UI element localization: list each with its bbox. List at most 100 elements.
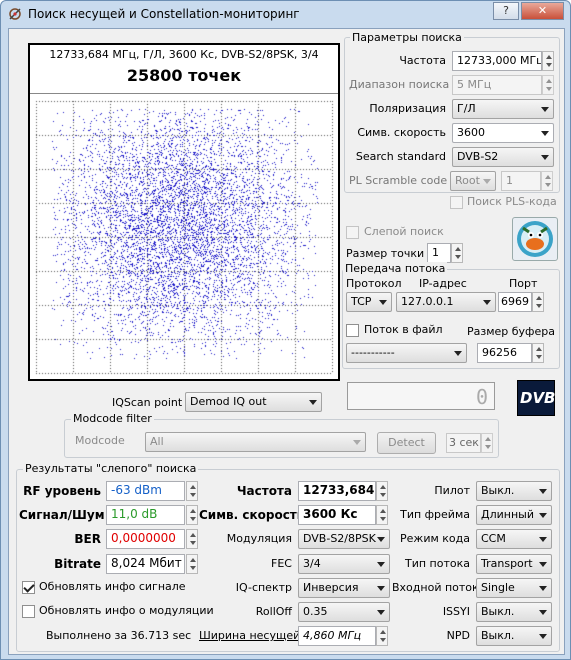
polarization-select[interactable]: Г/Л: [452, 99, 554, 119]
pls-search-checkbox[interactable]: [450, 196, 463, 209]
blind-search-checkbox[interactable]: [346, 226, 359, 239]
constellation-panel: 12733,684 МГц, Г/Л, 3600 Кс, DVB-S2/8PSK…: [28, 43, 340, 381]
bitrate-spin[interactable]: [186, 554, 198, 574]
ber-spin[interactable]: [186, 529, 198, 549]
search-params-title: Параметры поиска: [350, 31, 464, 44]
res-fec-label: FEC: [271, 557, 292, 570]
range-input[interactable]: 5 МГц: [452, 75, 542, 95]
bitrate-label: Bitrate: [54, 557, 101, 571]
constellation-plot: [32, 97, 336, 377]
port-label: Порт: [509, 277, 538, 290]
rf-value: -63 dBm: [106, 481, 185, 501]
pointsize-label: Размер точки: [346, 247, 425, 260]
stream-file-label: Поток в файл: [364, 323, 443, 336]
modcode-select[interactable]: All: [145, 432, 366, 452]
title-bar: Поиск несущей и Constellation-мониторинг…: [1, 1, 570, 29]
snr-value: 11,0 dB: [106, 505, 185, 525]
issyi-label: ISSYI: [442, 605, 470, 618]
satellite-icon: [517, 221, 553, 257]
update-signal-label: Обновлять инфо сигнале: [39, 580, 186, 593]
res-freq-spin[interactable]: [376, 481, 388, 501]
results-title: Результаты "слепого" поиска: [23, 462, 199, 475]
client-area: 12733,684 МГц, Г/Л, 3600 Кс, DVB-S2/8PSK…: [8, 28, 565, 655]
close-button[interactable]: ✕: [521, 2, 564, 20]
pl-code-input[interactable]: 1: [501, 171, 541, 191]
modcode-title: Modcode filter: [71, 412, 154, 425]
range-label: Диапазон поиска: [349, 78, 450, 91]
protocol-label: Протокол: [346, 277, 402, 290]
pilot-label: Пилот: [434, 484, 470, 497]
bitrate-value: 8,024 Мбит: [106, 554, 185, 574]
symrate-label: Симв. скорость: [357, 126, 446, 139]
res-width-label[interactable]: Ширина несущей: [199, 629, 300, 642]
res-mod-select[interactable]: DVB-S2/8PSK: [298, 529, 390, 549]
app-icon: [9, 8, 21, 20]
buffer-spin[interactable]: [532, 343, 544, 363]
update-mod-checkbox[interactable]: [22, 605, 35, 618]
protocol-select[interactable]: TCP: [346, 292, 392, 312]
streamtype-label: Тип потока: [404, 557, 470, 570]
res-mod-label: Модуляция: [226, 532, 292, 545]
sec-spin[interactable]: [481, 433, 493, 453]
detect-button[interactable]: Detect: [377, 432, 436, 454]
ber-label: BER: [74, 532, 101, 546]
codemode-label: Режим кода: [400, 532, 470, 545]
npd-select[interactable]: Выкл.: [476, 626, 552, 646]
help-button[interactable]: ?: [493, 2, 519, 20]
dvb-logo: DVB: [517, 380, 556, 416]
snr-label: Сигнал/Шум: [19, 508, 105, 522]
modcode-label: Modcode: [75, 434, 125, 447]
buffer-label: Размер буфера: [467, 325, 555, 338]
pl-code-spin[interactable]: [541, 171, 553, 191]
res-sym-value: 3600 Кс: [298, 505, 376, 525]
iqscan-select[interactable]: Demod IQ out: [185, 392, 322, 412]
pl-scramble-label: PL Scramble code: [349, 174, 448, 187]
port-input[interactable]: 6969: [498, 292, 532, 312]
update-mod-label: Обновлять инфо о модуляции: [39, 604, 214, 617]
res-iq-label: IQ-спектр: [235, 581, 292, 594]
res-sym-spin[interactable]: [376, 505, 388, 525]
issyi-select[interactable]: Выкл.: [476, 602, 552, 622]
sec-input[interactable]: 3 сек: [446, 433, 481, 453]
buffer-input[interactable]: 96256: [477, 343, 532, 363]
update-signal-checkbox[interactable]: [22, 581, 35, 594]
standard-label: Search standard: [355, 150, 446, 163]
constellation-header: 12733,684 МГц, Г/Л, 3600 Кс, DVB-S2/8PSK…: [49, 48, 319, 61]
ip-select[interactable]: 127.0.0.1: [396, 292, 496, 312]
res-width-spin[interactable]: [376, 626, 388, 646]
satellite-button[interactable]: [512, 217, 558, 261]
res-fec-select[interactable]: 3/4: [298, 554, 390, 574]
points-count: 25800 точек: [126, 66, 242, 85]
level-display: 0: [347, 382, 495, 410]
main-window: Поиск несущей и Constellation-мониторинг…: [0, 0, 571, 660]
polarization-label: Поляризация: [369, 102, 446, 115]
rf-spin[interactable]: [186, 481, 198, 501]
frequency-input[interactable]: 12733,000 МГц: [452, 51, 542, 71]
frame-select[interactable]: Длинный: [476, 505, 552, 525]
stream-file-checkbox[interactable]: [346, 324, 359, 337]
res-rolloff-label: RollOff: [255, 605, 292, 618]
res-iq-select[interactable]: Инверсия: [298, 578, 390, 598]
snr-spin[interactable]: [186, 505, 198, 525]
ip-label: IP-адрес: [419, 277, 467, 290]
iqscan-label: IQScan point: [112, 396, 183, 409]
blind-search-label: Слепой поиск: [364, 225, 444, 238]
res-rolloff-select[interactable]: 0.35: [298, 602, 390, 622]
pointsize-input[interactable]: 1: [427, 243, 451, 263]
frequency-spin[interactable]: [542, 51, 554, 71]
symrate-select[interactable]: 3600: [452, 123, 554, 143]
npd-label: NPD: [446, 629, 470, 642]
pilot-select[interactable]: Выкл.: [476, 481, 552, 501]
done-label: Выполнено за 36.713 sec: [46, 629, 192, 642]
pl-mode-select[interactable]: Root: [450, 171, 496, 191]
pointsize-spin[interactable]: [451, 243, 463, 263]
input-stream-select[interactable]: Single: [476, 578, 552, 598]
stream-file-select[interactable]: -----------: [346, 343, 467, 363]
streamtype-select[interactable]: Transport: [476, 554, 552, 574]
res-freq-label: Частота: [236, 484, 292, 498]
codemode-select[interactable]: CCM: [476, 529, 552, 549]
standard-select[interactable]: DVB-S2: [452, 147, 554, 167]
range-spin[interactable]: [542, 75, 554, 95]
port-spin[interactable]: [532, 292, 544, 312]
pls-search-label: Поиск PLS-кода: [467, 195, 557, 208]
